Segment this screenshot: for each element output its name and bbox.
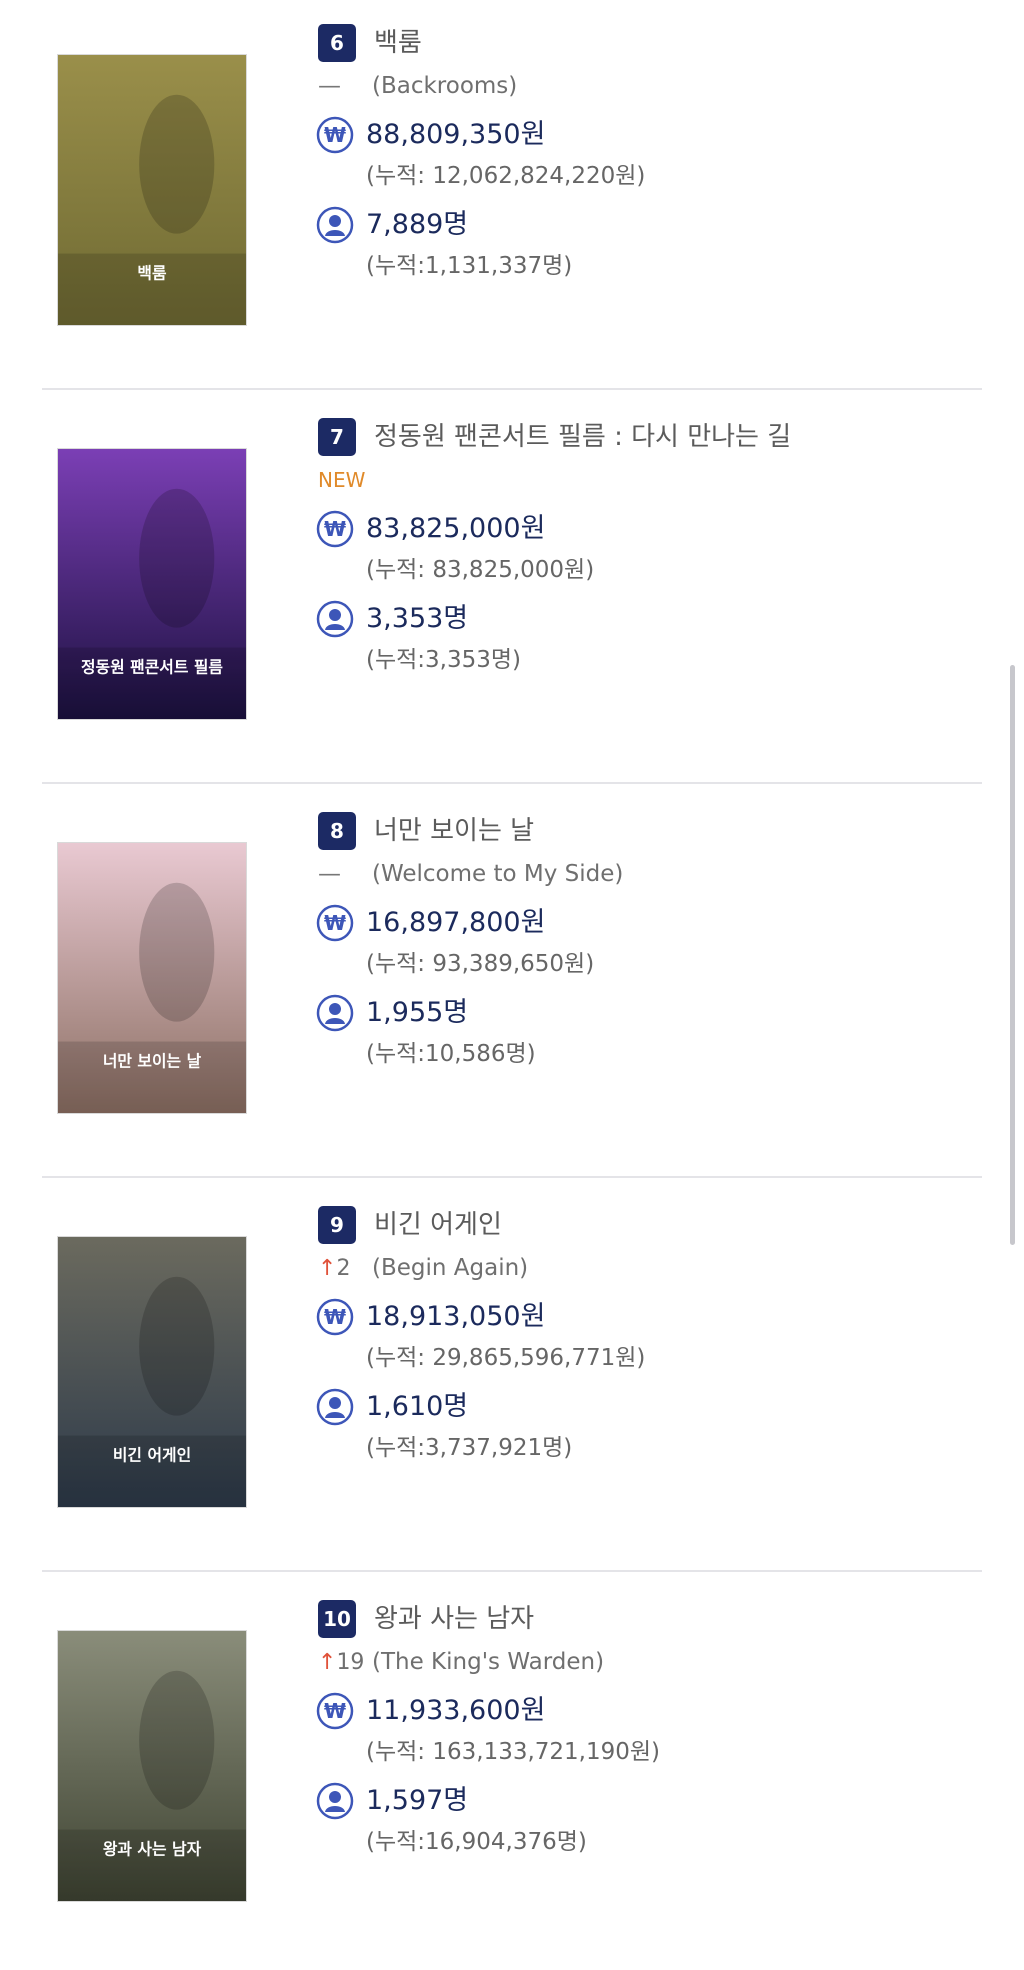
daily-audience: 1,955명 <box>366 997 469 1028</box>
cumulative-audience: (누적:10,586명) <box>366 1041 536 1067</box>
movie-item[interactable]: 왕과 사는 남자 10 왕과 사는 남자 ↑19 (The King's Ward… <box>0 1576 1024 1970</box>
daily-sales: 18,913,050원 <box>366 1301 546 1332</box>
rank-change-number: 19 <box>336 1650 365 1675</box>
cumulative-audience: (누적:3,353명) <box>366 647 522 673</box>
movie-poster[interactable]: 왕과 사는 남자 <box>57 1630 247 1902</box>
english-title: (Welcome to My Side) <box>372 861 624 887</box>
movie-item[interactable]: 정동원 팬콘서트 필름 7 정동원 팬콘서트 필름 : 다시 만나는 길 NEW… <box>0 394 1024 788</box>
rank-change-row: ↑19 (The King's Warden) <box>318 1646 604 1679</box>
rank-badge: 7 <box>318 418 356 456</box>
rank-change-row: ↑2 (Begin Again) <box>318 1252 528 1285</box>
won-coin-icon: ₩ <box>316 904 354 942</box>
rank-change-number: 2 <box>336 1256 351 1281</box>
scrollbar[interactable] <box>1010 665 1015 1245</box>
cumulative-sales: (누적: 83,825,000원) <box>366 557 595 583</box>
rank-change: ↑19 <box>318 1647 372 1679</box>
rank-badge: 8 <box>318 812 356 850</box>
rank-change: — <box>318 858 372 890</box>
divider <box>42 388 982 390</box>
svg-text:₩: ₩ <box>324 517 346 541</box>
svg-text:₩: ₩ <box>324 911 346 935</box>
divider <box>42 1176 982 1178</box>
poster-title: 비긴 어게인 <box>113 1445 191 1464</box>
up-arrow-icon: ↑ <box>318 1650 337 1675</box>
rank-badge: 9 <box>318 1206 356 1244</box>
daily-audience: 7,889명 <box>366 209 469 240</box>
rank-change: — <box>318 70 372 102</box>
won-coin-icon: ₩ <box>316 116 354 154</box>
svg-text:₩: ₩ <box>324 1305 346 1329</box>
poster-title: 정동원 팬콘서트 필름 <box>81 657 223 676</box>
movie-title[interactable]: 백룸 <box>374 24 422 62</box>
person-icon <box>316 600 354 638</box>
won-coin-icon: ₩ <box>316 1692 354 1730</box>
cumulative-audience: (누적:3,737,921명) <box>366 1435 573 1461</box>
cumulative-sales: (누적: 93,389,650원) <box>366 951 595 977</box>
svg-text:₩: ₩ <box>324 123 346 147</box>
cumulative-audience: (누적:1,131,337명) <box>366 253 573 279</box>
english-title: (The King's Warden) <box>372 1649 605 1675</box>
rank-badge: 6 <box>318 24 356 62</box>
rank-change-label: — <box>318 73 341 99</box>
daily-audience: 3,353명 <box>366 603 469 634</box>
svg-text:₩: ₩ <box>324 1699 346 1723</box>
movie-item[interactable]: 백룸 6 백룸 — (Backrooms) ₩ 88,809,350원 (누적: … <box>0 0 1024 394</box>
english-title: (Begin Again) <box>372 1255 529 1281</box>
movie-item[interactable]: 비긴 어게인 9 비긴 어게인 ↑2 (Begin Again) ₩ 18,913… <box>0 1182 1024 1576</box>
english-title: (Backrooms) <box>372 73 518 99</box>
won-coin-icon: ₩ <box>316 510 354 548</box>
poster-title: 왕과 사는 남자 <box>103 1839 202 1858</box>
rank-badge: 10 <box>318 1600 356 1638</box>
rank-change-label: NEW <box>318 468 366 492</box>
poster-title: 백룸 <box>137 263 167 282</box>
divider <box>42 782 982 784</box>
rank-change-row: NEW <box>318 464 372 496</box>
movie-item[interactable]: 너만 보이는 날 8 너만 보이는 날 — (Welcome to My Side… <box>0 788 1024 1182</box>
movie-poster[interactable]: 비긴 어게인 <box>57 1236 247 1508</box>
up-arrow-icon: ↑ <box>318 1256 337 1281</box>
daily-sales: 83,825,000원 <box>366 513 546 544</box>
won-coin-icon: ₩ <box>316 1298 354 1336</box>
movie-poster[interactable]: 정동원 팬콘서트 필름 <box>57 448 247 720</box>
rank-change: ↑2 <box>318 1253 372 1285</box>
person-icon <box>316 206 354 244</box>
cumulative-sales: (누적: 163,133,721,190원) <box>366 1739 661 1765</box>
movie-title[interactable]: 정동원 팬콘서트 필름 : 다시 만나는 길 <box>374 418 791 456</box>
person-icon <box>316 1782 354 1820</box>
poster-title: 너만 보이는 날 <box>103 1051 202 1070</box>
daily-audience: 1,597명 <box>366 1785 469 1816</box>
movie-title[interactable]: 왕과 사는 남자 <box>374 1600 534 1638</box>
person-icon <box>316 994 354 1032</box>
rank-change-row: — (Welcome to My Side) <box>318 858 623 890</box>
person-icon <box>316 1388 354 1426</box>
movie-poster[interactable]: 백룸 <box>57 54 247 326</box>
cumulative-sales: (누적: 12,062,824,220원) <box>366 163 646 189</box>
rank-change-label: — <box>318 861 341 887</box>
movie-poster[interactable]: 너만 보이는 날 <box>57 842 247 1114</box>
movie-title[interactable]: 너만 보이는 날 <box>374 812 534 850</box>
rank-change: NEW <box>318 464 372 496</box>
daily-sales: 88,809,350원 <box>366 119 546 150</box>
movie-title[interactable]: 비긴 어게인 <box>374 1206 502 1244</box>
cumulative-sales: (누적: 29,865,596,771원) <box>366 1345 646 1371</box>
divider <box>42 1570 982 1572</box>
rank-change-row: — (Backrooms) <box>318 70 517 102</box>
daily-sales: 16,897,800원 <box>366 907 546 938</box>
daily-sales: 11,933,600원 <box>366 1695 546 1726</box>
cumulative-audience: (누적:16,904,376명) <box>366 1829 587 1855</box>
daily-audience: 1,610명 <box>366 1391 469 1422</box>
